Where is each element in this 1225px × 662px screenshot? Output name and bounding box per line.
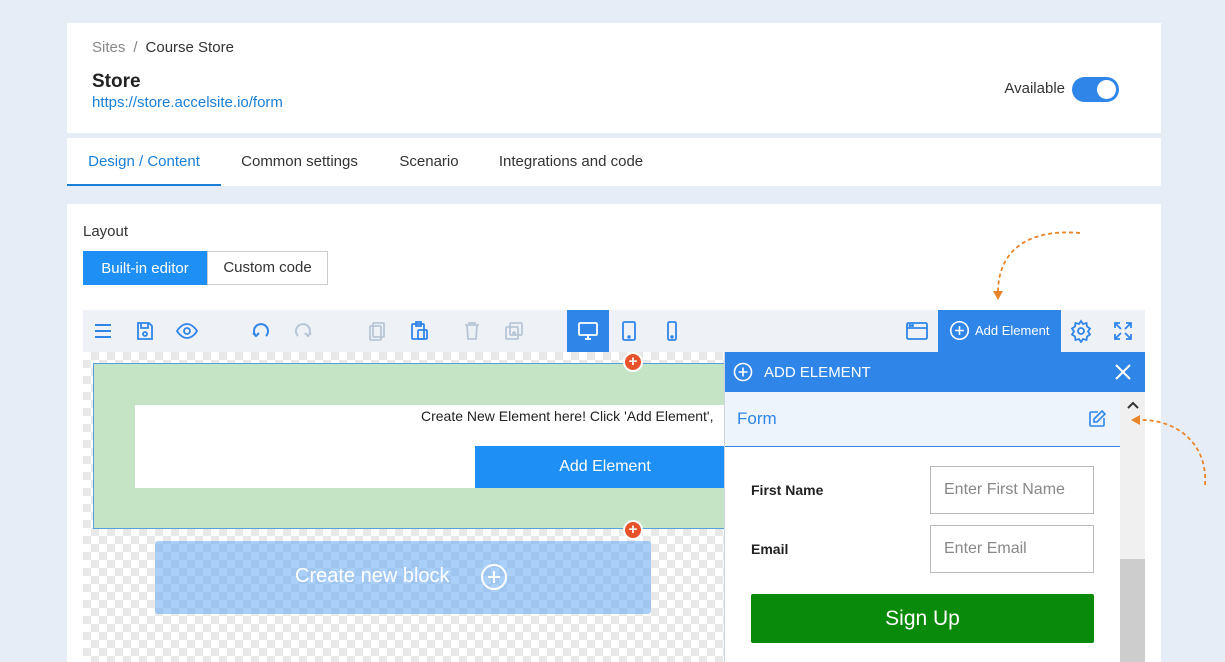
redo-icon[interactable] (291, 319, 315, 343)
availability-label: Available (1004, 80, 1065, 97)
breadcrumb-separator: / (133, 39, 138, 56)
breadcrumb-sites-link[interactable]: Sites (92, 39, 125, 56)
copy-icon[interactable] (365, 319, 389, 343)
add-element-panel-header: ADD ELEMENT (725, 352, 1145, 392)
breadcrumb: Sites / Course Store (92, 39, 234, 56)
plus-circle-icon (949, 320, 970, 341)
editor-toolbar: Add Element (83, 310, 1145, 352)
custom-code-button[interactable]: Custom code (207, 251, 328, 285)
add-element-panel: ADD ELEMENT Form First Name Enter First … (724, 352, 1145, 662)
plus-circle-icon (481, 564, 507, 590)
sign-up-button[interactable]: Sign Up (751, 594, 1094, 643)
email-field[interactable]: Enter Email (930, 525, 1094, 573)
desktop-icon (578, 322, 598, 340)
tab-design-content[interactable]: Design / Content (67, 138, 221, 186)
insert-below-plus-icon[interactable]: + (623, 520, 643, 540)
site-header-card: Sites / Course Store Store https://store.a… (67, 23, 1161, 133)
availability-toggle[interactable] (1072, 77, 1119, 102)
editor-canvas[interactable]: Create New Element here! Click 'Add Elem… (83, 352, 1145, 662)
site-url-link[interactable]: https://store.accelsite.io/form (92, 94, 283, 111)
toolbar-add-element-button[interactable]: Add Element (938, 310, 1061, 352)
desktop-view-button[interactable] (567, 310, 609, 352)
site-title: Store (92, 71, 141, 92)
mobile-icon[interactable] (660, 319, 684, 343)
tab-integrations-code[interactable]: Integrations and code (490, 138, 652, 186)
selected-block[interactable]: Create New Element here! Click 'Add Elem… (93, 363, 735, 529)
toolbar-add-element-label: Add Element (975, 323, 1050, 338)
preview-eye-icon[interactable] (175, 319, 199, 343)
create-new-block-label: Create new block (295, 565, 450, 587)
create-element-hint: Create New Element here! Click 'Add Elem… (421, 408, 714, 424)
form-section-label: Form (737, 409, 777, 428)
layout-label: Layout (83, 223, 129, 240)
menu-icon[interactable] (91, 319, 115, 343)
tab-common-settings[interactable]: Common settings (230, 138, 369, 186)
close-icon[interactable] (1114, 363, 1132, 381)
element-placeholder: Create New Element here! Click 'Add Elem… (135, 405, 735, 488)
paste-icon[interactable] (407, 319, 431, 343)
tabs-bar: Design / Content Common settings Scenari… (67, 138, 1161, 186)
first-name-label: First Name (751, 482, 824, 498)
undo-icon[interactable] (249, 319, 273, 343)
breadcrumb-current: Course Store (145, 39, 234, 56)
fullscreen-icon[interactable] (1111, 319, 1135, 343)
gear-icon[interactable] (1069, 319, 1093, 344)
form-section-header[interactable]: Form (725, 392, 1120, 447)
toggle-knob (1097, 80, 1116, 99)
canvas-add-element-button[interactable]: Add Element (475, 446, 735, 488)
panel-title: ADD ELEMENT (764, 364, 871, 381)
edit-icon[interactable] (1087, 409, 1107, 429)
delete-icon[interactable] (460, 319, 484, 343)
hint-arrow-toolbar (993, 231, 1081, 300)
email-label: Email (751, 541, 789, 557)
tablet-icon[interactable] (617, 319, 641, 343)
insert-above-plus-icon[interactable]: + (623, 352, 643, 372)
tab-scenario[interactable]: Scenario (389, 138, 469, 186)
hint-arrow-panel (1131, 415, 1206, 486)
builtin-editor-button[interactable]: Built-in editor (83, 251, 207, 285)
first-name-field[interactable]: Enter First Name (930, 466, 1094, 514)
save-icon[interactable] (133, 319, 157, 343)
duplicate-icon[interactable] (502, 319, 526, 343)
scrollbar-thumb[interactable] (1120, 559, 1145, 662)
browser-window-icon[interactable] (905, 319, 929, 343)
create-new-block-button[interactable]: Create new block (155, 541, 651, 614)
plus-circle-icon (733, 362, 753, 382)
